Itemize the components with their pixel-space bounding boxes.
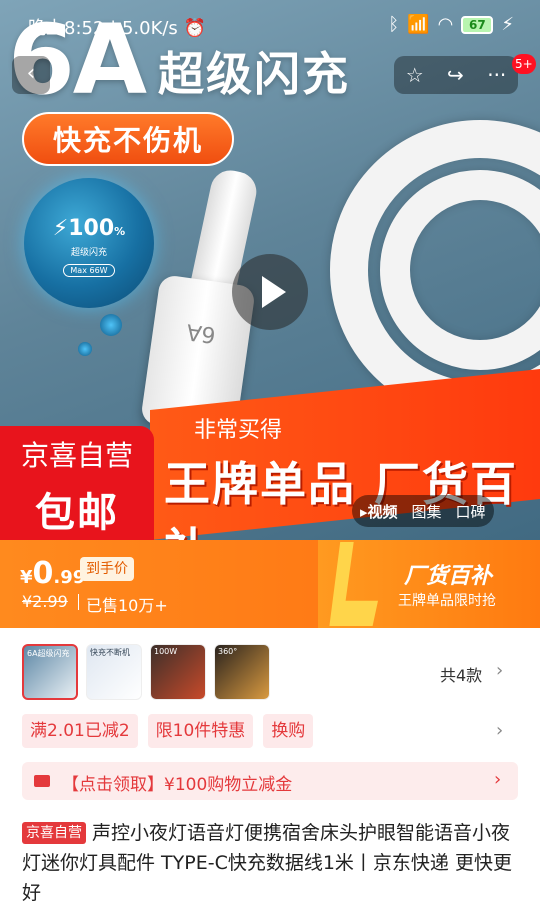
variant-thumb[interactable]: 快充不断机 [86,644,142,700]
charge-percent: ⚡100% [52,216,126,241]
media-tabs: ▸视频 图集 口碑 [352,495,494,527]
share-icon[interactable]: ↪ [447,63,464,87]
more-icon[interactable]: ··· [487,63,506,87]
promo-campaign[interactable]: 厂货百补 王牌单品限时抢 [318,540,540,628]
self-operated-tag: 京喜自营 [22,822,86,844]
bolt-icon [329,542,378,626]
top-action-group: ☆ ↪ ··· [394,56,518,94]
tab-reviews[interactable]: 口碑 [456,501,486,522]
coupon-text: 【点击领取】¥100购物立减金 [62,775,293,795]
battery-icon: 67 [461,15,494,34]
message-badge: 5+ [512,54,536,74]
product-page: 6A 6A 超级闪充 快充不伤机 ⚡100% 超级闪充 Max 66W 非常买得… [0,0,540,922]
status-icons: ᛒ 📶 ◠ 67 ⚡ [388,14,514,35]
promo-chip[interactable]: 限10件特惠 [147,714,254,748]
video-play-button[interactable] [232,254,308,330]
connector-mark: 6A [185,318,218,348]
coupon-bar[interactable]: 【点击领取】¥100购物立减金 › [22,762,518,800]
charge-label: 超级闪充 [70,248,107,258]
promo-chip[interactable]: 换购 [263,714,314,748]
alarm-icon: ⏰ [183,18,206,39]
tab-gallery[interactable]: 图集 [412,501,442,522]
chevron-right-icon[interactable]: › [496,720,503,741]
final-price: ¥0.99 [20,556,86,591]
product-title: 京喜自营 声控小夜灯语音灯便携宿舍床头护眼智能语音小夜灯迷你灯具配件 TYPE-C… [22,818,522,908]
promo-chips: 满2.01已减2 限10件特惠 换购 [22,714,314,748]
coupon-icon [34,775,50,787]
status-bar: 晚上8:52 | 5.0K/s ⏰ ᛒ 📶 ◠ 67 ⚡ [0,0,540,48]
charge-bubble: ⚡100% 超级闪充 Max 66W [24,178,154,308]
variant-thumbnails: 6A超级闪充 快充不断机 100W 360° [22,644,270,700]
charge-max: Max 66W [63,264,115,277]
chevron-right-icon: › [494,769,502,790]
final-price-tag: 到手价 [80,557,134,581]
price-divider [78,594,79,610]
sold-count: 已售10万+ [86,596,168,615]
water-drop [78,342,92,356]
variant-thumb[interactable]: 6A超级闪充 [22,644,78,700]
charging-icon: ⚡ [501,14,514,35]
promo-chip[interactable]: 满2.01已减2 [22,714,138,748]
variant-thumb[interactable]: 100W [150,644,206,700]
product-title-text: 声控小夜灯语音灯便携宿舍床头护眼智能语音小夜灯迷你灯具配件 TYPE-C快充数据… [22,822,512,904]
signal-icon: 📶 [407,14,430,35]
back-button[interactable]: ‹ [12,56,50,94]
water-drop [100,314,122,336]
status-time: 晚上8:52 | 5.0K/s ⏰ [28,18,206,39]
jx-label: 京喜自营 [20,439,133,472]
wifi-icon: ◠ [437,14,454,35]
banner-text: 王牌单品 厂货百补 [164,457,519,540]
promo-subtitle: 王牌单品限时抢 [398,593,496,609]
original-price: ¥2.99 [22,592,68,611]
bluetooth-icon: ᛒ [388,14,400,35]
tab-video[interactable]: ▸视频 [360,501,398,522]
banner-hint: 非常买得 [194,418,283,443]
variant-count[interactable]: 共4款 [440,662,482,686]
promo-title: 厂货百补 [404,564,493,589]
jx-self-operated-box: 京喜自营 包邮 [0,426,154,540]
free-shipping-label: 包邮 [35,490,119,536]
chevron-right-icon[interactable]: › [496,660,503,681]
variant-thumb[interactable]: 360° [214,644,270,700]
hero-feature-pill: 快充不伤机 [22,112,234,166]
favorite-icon[interactable]: ☆ [406,63,424,87]
